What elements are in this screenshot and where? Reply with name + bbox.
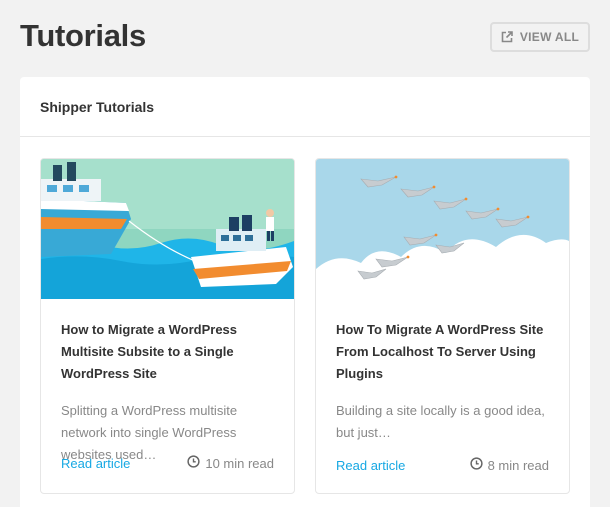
card-body: How to Migrate a WordPress Multisite Sub…	[61, 319, 274, 466]
page-title: Tutorials	[20, 18, 146, 53]
view-all-label: VIEW ALL	[519, 30, 580, 44]
read-article-link[interactable]: Read article	[61, 456, 130, 471]
card-title[interactable]: How to Migrate a WordPress Multisite Sub…	[61, 319, 274, 385]
tutorial-card[interactable]: How to Migrate a WordPress Multisite Sub…	[40, 158, 295, 494]
panel-header: Shipper Tutorials	[20, 77, 590, 137]
tutorials-panel: Shipper Tutorials How to Migrate a WordP…	[20, 77, 590, 507]
external-link-icon	[501, 31, 513, 43]
page-header: Tutorials VIEW ALL	[20, 18, 590, 58]
geese-illustration	[316, 159, 569, 299]
card-title[interactable]: How To Migrate A WordPress Site From Loc…	[336, 319, 549, 385]
ships-illustration	[41, 159, 294, 299]
read-time-label: 8 min read	[487, 457, 549, 473]
read-article-link[interactable]: Read article	[336, 458, 405, 473]
card-footer: Read article 8 min read	[336, 456, 549, 474]
panel-title: Shipper Tutorials	[40, 98, 155, 115]
clock-icon	[469, 457, 483, 473]
read-time-label: 10 min read	[205, 455, 274, 471]
clock-icon	[187, 455, 200, 471]
view-all-button[interactable]: VIEW ALL	[490, 22, 590, 52]
read-time: 10 min read	[187, 455, 274, 471]
read-time: 8 min read	[469, 457, 549, 473]
card-excerpt: Building a site locally is a good idea, …	[336, 403, 545, 440]
card-body: How To Migrate A WordPress Site From Loc…	[336, 319, 549, 444]
card-footer: Read article 10 min read	[61, 454, 274, 472]
tutorial-card[interactable]: How To Migrate A WordPress Site From Loc…	[315, 158, 570, 494]
